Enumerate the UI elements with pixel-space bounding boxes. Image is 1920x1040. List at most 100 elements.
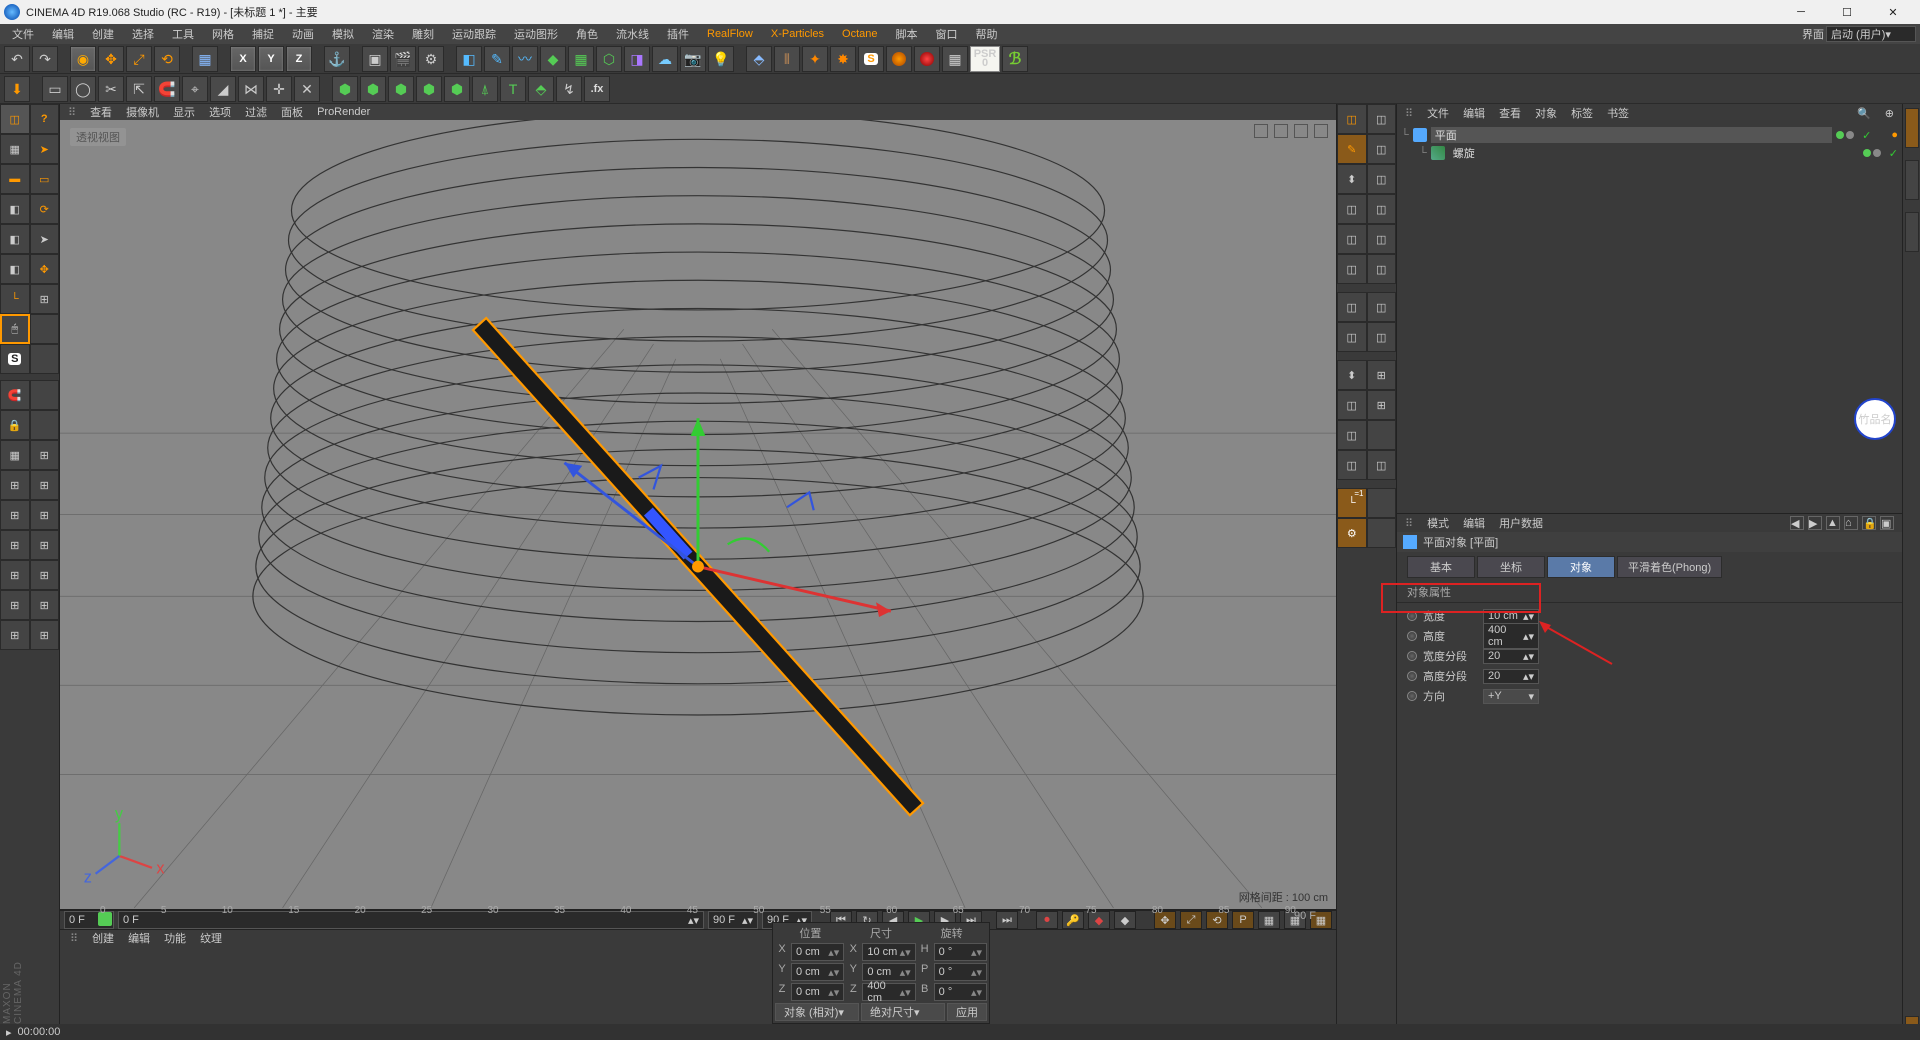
layout-dropdown[interactable]: 启动 (用户)▾: [1826, 26, 1916, 42]
menu-realflow[interactable]: RealFlow: [699, 28, 761, 40]
wseg-field[interactable]: 20▴▾: [1483, 649, 1539, 664]
tab-object[interactable]: 对象: [1547, 556, 1615, 578]
primitive-cube-button[interactable]: ◧: [456, 46, 482, 72]
status-handle[interactable]: ▸: [6, 1026, 12, 1039]
apply-button[interactable]: 应用: [947, 1003, 987, 1021]
mat-func[interactable]: 功能: [164, 930, 186, 946]
prim3-button[interactable]: ⬢: [388, 76, 414, 102]
rs21[interactable]: ◫: [1337, 420, 1367, 450]
rs20[interactable]: ⊞: [1367, 390, 1397, 420]
om-obj[interactable]: 对象: [1535, 105, 1557, 121]
octane-button[interactable]: [914, 46, 940, 72]
obj-name-spiral[interactable]: 螺旋: [1449, 145, 1859, 161]
g1-icon[interactable]: ⊞: [0, 470, 30, 500]
tree-button[interactable]: ⍋: [472, 76, 498, 102]
prim4-button[interactable]: ⬢: [416, 76, 442, 102]
om-view[interactable]: 查看: [1499, 105, 1521, 121]
vp-menu-filter[interactable]: 过滤: [245, 104, 267, 120]
rs14[interactable]: ◫: [1367, 292, 1397, 322]
am-new-icon[interactable]: ▣: [1880, 516, 1894, 530]
menu-pipeline[interactable]: 流水线: [608, 26, 657, 42]
bp-button[interactable]: ℬ: [1002, 46, 1028, 72]
frame-current-field[interactable]: 0 F▴▾: [118, 911, 704, 929]
rs16[interactable]: ◫: [1367, 322, 1397, 352]
om-bookmarks[interactable]: 书签: [1607, 105, 1629, 121]
rs6[interactable]: ◫: [1367, 164, 1397, 194]
rot-h-field[interactable]: 0 °▴▾: [934, 943, 987, 961]
menu-sculpt[interactable]: 雕刻: [404, 26, 442, 42]
rs27[interactable]: ⚙: [1337, 518, 1367, 548]
poly-mode-icon[interactable]: ◧: [0, 254, 30, 284]
menu-select[interactable]: 选择: [124, 26, 162, 42]
record-button[interactable]: ⏺: [1036, 911, 1058, 929]
axis-y-toggle[interactable]: Y: [258, 46, 284, 72]
g6-icon[interactable]: ⊞: [30, 530, 60, 560]
viewport[interactable]: 透视视图: [60, 120, 1336, 909]
arrow2-icon[interactable]: ➤: [30, 224, 60, 254]
mat-edit[interactable]: 编辑: [128, 930, 150, 946]
g7-icon[interactable]: ⊞: [0, 560, 30, 590]
effector-button[interactable]: ⬘: [528, 76, 554, 102]
arrow-mode-icon[interactable]: ➤: [30, 134, 60, 164]
timeline-ruler[interactable]: 051015202530354045505560657075808590 90 …: [60, 909, 1336, 910]
frt3[interactable]: [1905, 212, 1919, 252]
menu-simulate[interactable]: 模拟: [324, 26, 362, 42]
generator-button[interactable]: ◆: [540, 46, 566, 72]
orient-dropdown[interactable]: +Y▾: [1483, 689, 1539, 704]
am-lock-icon[interactable]: 🔒: [1862, 516, 1876, 530]
scale-tool[interactable]: ⤢: [126, 46, 152, 72]
rs25[interactable]: └=1: [1337, 488, 1367, 518]
environment-button[interactable]: ☁: [652, 46, 678, 72]
height-field[interactable]: 400 cm▴▾: [1483, 623, 1539, 649]
lasso-mode-icon[interactable]: ⟳: [30, 194, 60, 224]
vp-menu-prorender[interactable]: ProRender: [317, 106, 370, 118]
fx-button[interactable]: .fx: [584, 76, 610, 102]
bevel-button[interactable]: ◢: [210, 76, 236, 102]
size-x-field[interactable]: 10 cm▴▾: [862, 943, 915, 961]
om-file[interactable]: 文件: [1427, 105, 1449, 121]
tree-row-spiral[interactable]: └ 螺旋 ✓: [1401, 144, 1898, 162]
axis-z-toggle[interactable]: Z: [286, 46, 312, 72]
frame-range-end-field[interactable]: 90 F▴▾: [708, 911, 758, 929]
mat-tex[interactable]: 纹理: [200, 930, 222, 946]
am-fwd-icon[interactable]: ▶: [1808, 516, 1822, 530]
prim5-button[interactable]: ⬢: [444, 76, 470, 102]
render-settings-button[interactable]: ⚙: [418, 46, 444, 72]
rs10[interactable]: ◫: [1367, 224, 1397, 254]
model-mode-icon[interactable]: ◫: [0, 104, 30, 134]
menu-edit[interactable]: 编辑: [44, 26, 82, 42]
am-up-icon[interactable]: ▲: [1826, 516, 1840, 530]
camera-button[interactable]: 📷: [680, 46, 706, 72]
width-field[interactable]: 10 cm▴▾: [1483, 609, 1539, 624]
menu-file[interactable]: 文件: [4, 26, 42, 42]
g2-icon[interactable]: ⊞: [30, 470, 60, 500]
move-icon[interactable]: ✥: [30, 254, 60, 284]
rs24[interactable]: ◫: [1367, 450, 1397, 480]
s-mode-icon[interactable]: S: [0, 344, 30, 374]
uv-mode-icon[interactable]: ▬: [0, 164, 30, 194]
am-mode[interactable]: 模式: [1427, 515, 1449, 531]
size-mode-dropdown[interactable]: 绝对尺寸 ▾: [861, 1003, 945, 1021]
render-pv-button[interactable]: 🎬: [390, 46, 416, 72]
om-tags[interactable]: 标签: [1571, 105, 1593, 121]
axis-icon[interactable]: └: [0, 284, 30, 314]
fx-text-button[interactable]: T: [500, 76, 526, 102]
obj-name-plane[interactable]: 平面: [1431, 127, 1832, 143]
rs11[interactable]: ◫: [1337, 254, 1367, 284]
menu-snap[interactable]: 捕捉: [244, 26, 282, 42]
magnet-button[interactable]: 🧲: [154, 76, 180, 102]
undo-button[interactable]: ↶: [4, 46, 30, 72]
spline-pen-button[interactable]: ✎: [484, 46, 510, 72]
vp-menu-view[interactable]: 查看: [90, 104, 112, 120]
rs12[interactable]: ◫: [1367, 254, 1397, 284]
edge-mode-icon[interactable]: ◧: [0, 224, 30, 254]
texture-mode-icon[interactable]: ▦: [0, 134, 30, 164]
frt1[interactable]: [1905, 108, 1919, 148]
rs1[interactable]: ◫: [1337, 104, 1367, 134]
point-mode-icon[interactable]: ◧: [0, 194, 30, 224]
help-icon[interactable]: ?: [30, 104, 60, 134]
rotate-tool[interactable]: ⟲: [154, 46, 180, 72]
rect-mode-icon[interactable]: ▭: [30, 164, 60, 194]
extrude-button[interactable]: ⇱: [126, 76, 152, 102]
menu-window[interactable]: 窗口: [928, 26, 966, 42]
